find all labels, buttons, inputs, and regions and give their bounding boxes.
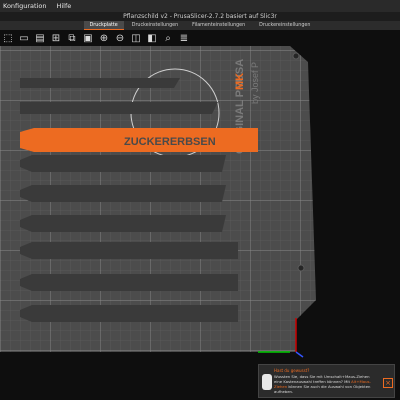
delete-all-icon[interactable]: ▤ (33, 32, 47, 46)
plate-hole (292, 52, 300, 60)
hint-avatar-icon (262, 374, 272, 390)
selected-object-label: ZUCKERERBSEN (124, 136, 216, 148)
add-icon[interactable]: ⬚ (1, 32, 15, 46)
build-plate-scene[interactable]: ORIGINAL PRUSA MK by Josef P ZUCKERERBSE… (0, 30, 400, 400)
plate-brand-by: by Josef P (250, 62, 260, 104)
menu-bar: Konfiguration Hilfe (0, 0, 400, 12)
split-objects-icon[interactable]: ◫ (129, 32, 143, 46)
plater-toolbar: ⬚ ▭ ▤ ⊞ ⧉ ▣ ⊕ ⊖ ◫ ◧ ⌕ ≣ (0, 30, 191, 48)
split-parts-icon[interactable]: ◧ (145, 32, 159, 46)
add-instance-icon[interactable]: ⊕ (97, 32, 111, 46)
hint-title: Hast du gewusst? (274, 368, 310, 373)
menu-item-konfiguration[interactable]: Konfiguration (3, 2, 46, 10)
plant-label-object[interactable] (20, 274, 238, 291)
tab-druckeinstellungen[interactable]: Druckeinstellungen (126, 21, 184, 30)
search-icon[interactable]: ⌕ (161, 32, 175, 46)
plate-brand-suffix: MK (234, 73, 246, 90)
remove-instance-icon[interactable]: ⊖ (113, 32, 127, 46)
tab-druckereinstellungen[interactable]: Druckereinstellungen (253, 21, 316, 30)
3d-viewport[interactable]: ORIGINAL PRUSA MK by Josef P ZUCKERERBSE… (0, 30, 400, 400)
plant-label-object[interactable] (20, 215, 226, 232)
plant-label-object[interactable] (20, 305, 238, 322)
hint-text-part-2: können Sie auch die Auswahl von Objekten… (274, 384, 371, 394)
plant-label-object[interactable] (20, 185, 226, 202)
plant-label-object[interactable] (20, 155, 226, 172)
paste-icon[interactable]: ▣ (81, 32, 95, 46)
menu-item-hilfe[interactable]: Hilfe (56, 2, 71, 10)
plant-label-object[interactable] (20, 78, 180, 88)
copy-icon[interactable]: ⧉ (65, 32, 79, 46)
arrange-icon[interactable]: ⊞ (49, 32, 63, 46)
delete-icon[interactable]: ▭ (17, 32, 31, 46)
plant-label-object[interactable] (20, 242, 238, 259)
plate-hole (297, 264, 305, 272)
tab-bar: Druckplatte Druckeinstellungen Filamente… (0, 21, 400, 30)
plant-label-object[interactable] (20, 102, 218, 114)
layer-editing-icon[interactable]: ≣ (177, 32, 191, 46)
tab-druckplatte[interactable]: Druckplatte (83, 21, 124, 30)
close-icon[interactable]: × (383, 378, 393, 388)
axis-z (295, 351, 304, 358)
hint-text: Wussten Sie, dass Sie mit Umschalt+Maus-… (274, 374, 378, 394)
tab-filamenteinstellungen[interactable]: Filamenteinstellungen (186, 21, 251, 30)
hint-notification: Hast du gewusst? Wussten Sie, dass Sie m… (258, 364, 395, 398)
